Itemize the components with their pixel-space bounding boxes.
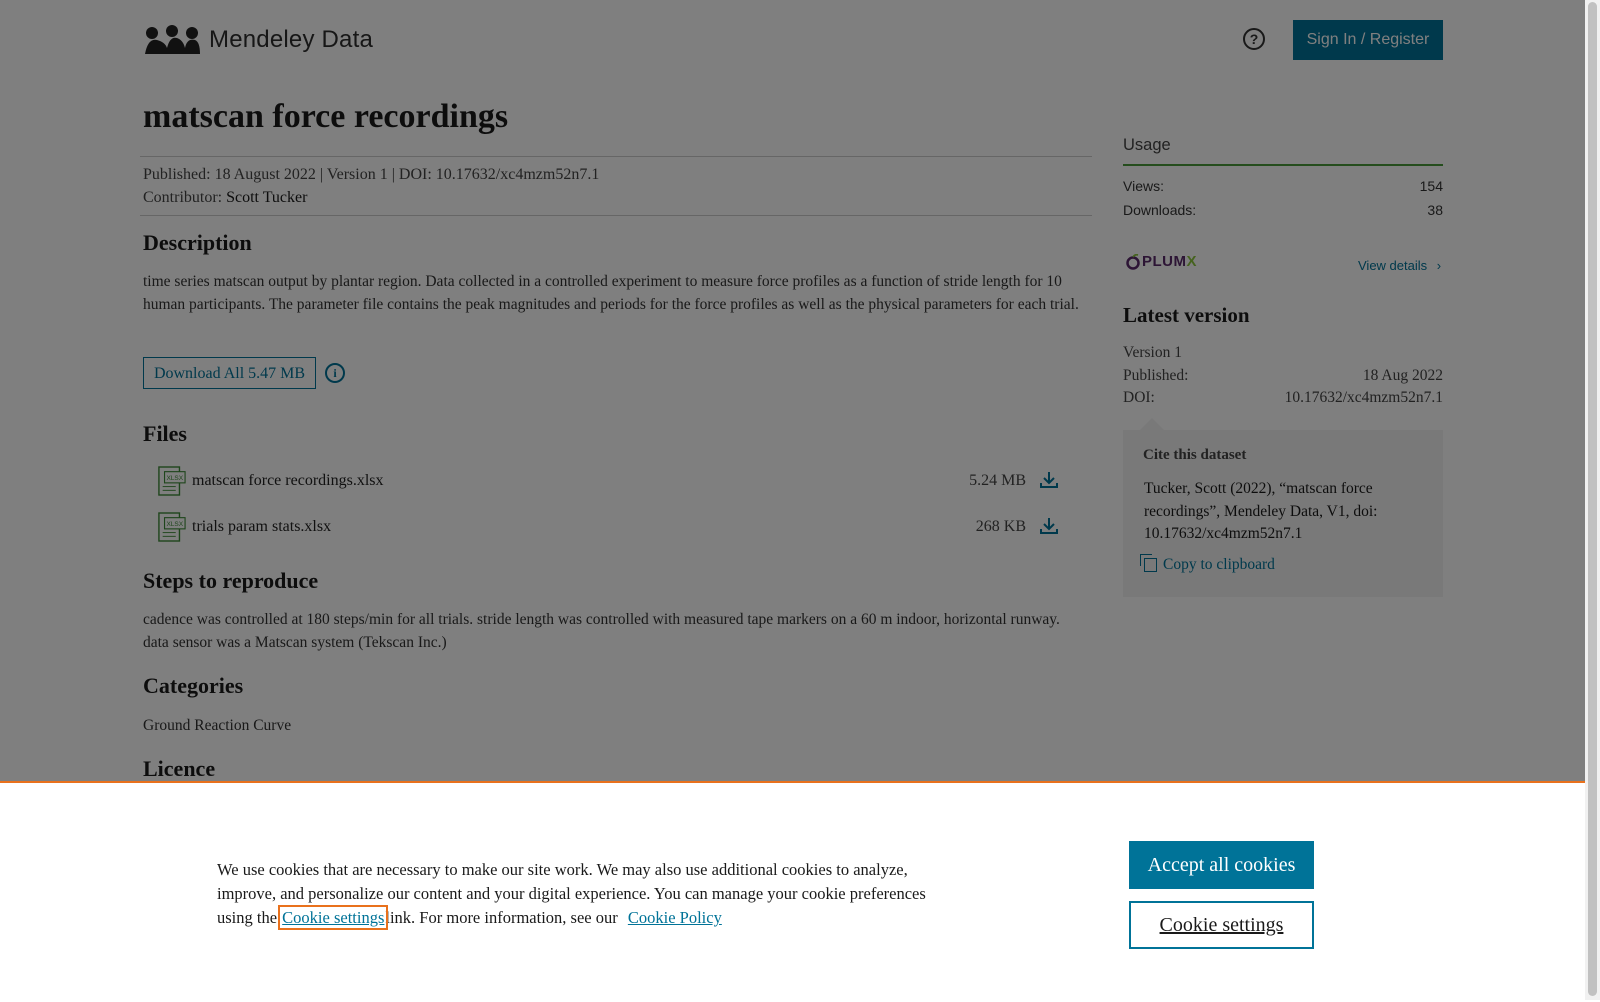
cookie-text-part-2: link. For more information, see our bbox=[385, 908, 618, 927]
page-scrollbar[interactable] bbox=[1585, 0, 1600, 1000]
cookie-policy-link[interactable]: Cookie Policy bbox=[628, 908, 722, 927]
cookie-settings-button[interactable]: Cookie settings bbox=[1129, 901, 1314, 949]
cookie-message: We use cookies that are necessary to mak… bbox=[217, 858, 937, 930]
cookie-settings-link[interactable]: Cookie settings bbox=[278, 905, 389, 930]
accept-all-cookies-button[interactable]: Accept all cookies bbox=[1129, 841, 1314, 889]
cookie-banner: We use cookies that are necessary to mak… bbox=[0, 781, 1585, 1002]
scrollbar-thumb[interactable] bbox=[1588, 2, 1597, 996]
